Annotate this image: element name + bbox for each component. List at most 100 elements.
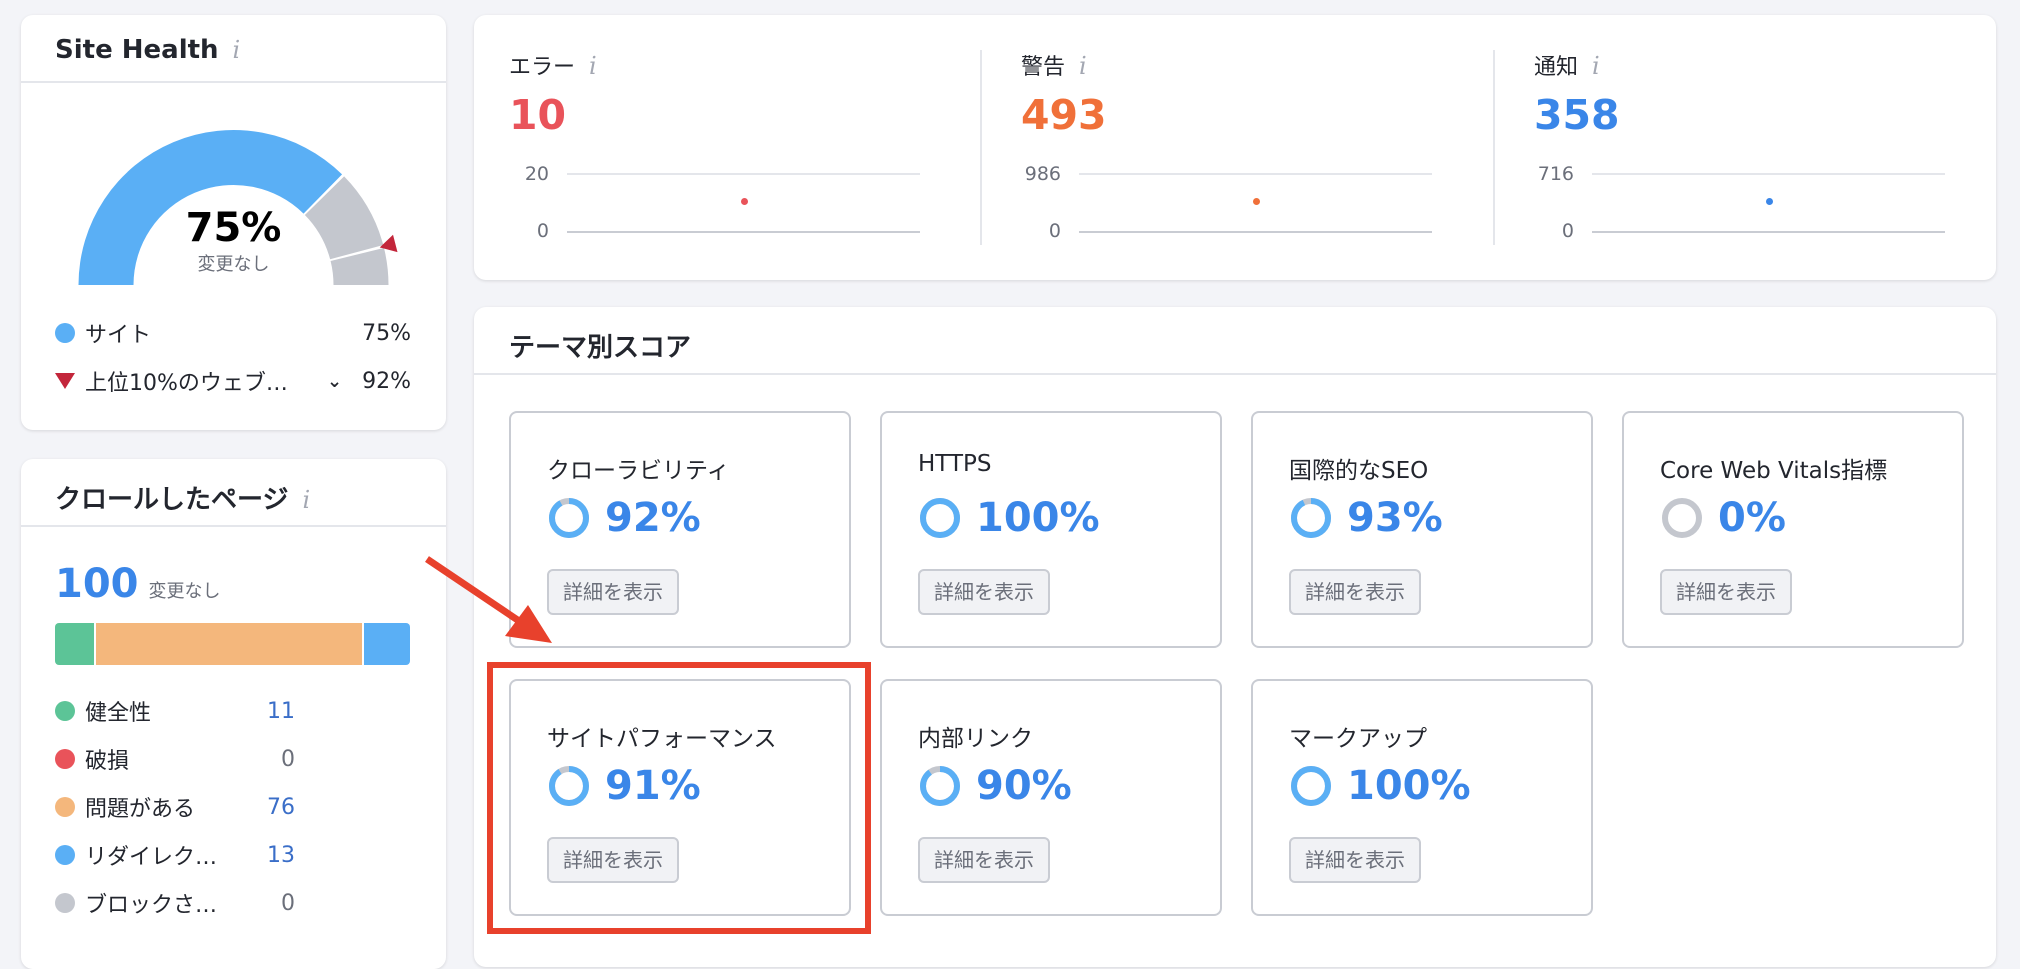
theme-score-value: 0%: [1718, 495, 1786, 541]
baseline: [567, 231, 920, 233]
highlight-box: [487, 662, 871, 934]
circle-icon: [55, 749, 75, 769]
theme-tile: HTTPS 100% 詳細を表示: [880, 411, 1222, 648]
bar-segment[interactable]: [95, 623, 363, 665]
divider: [21, 81, 446, 83]
donut-progress-icon: [920, 766, 960, 806]
donut-progress-icon: [1291, 766, 1331, 806]
legend-label: 健全性: [85, 701, 152, 726]
site-health-card: Site Health i 75% 変更なし サイト 75% 上位10%のウェブ……: [21, 15, 446, 430]
gridline: [567, 173, 920, 175]
site-health-change: 変更なし: [197, 254, 270, 275]
theme-score: 93%: [1289, 495, 1443, 541]
sparkline-point[interactable]: [1766, 198, 1773, 205]
view-details-button[interactable]: 詳細を表示: [918, 837, 1050, 883]
theme-score-value: 100%: [1347, 763, 1471, 809]
info-icon[interactable]: i: [233, 36, 241, 64]
issue-label-text: エラー: [509, 55, 576, 80]
issue-label: 警告 i: [1021, 49, 1087, 81]
divider: [980, 50, 982, 245]
theme-score: 92%: [547, 495, 701, 541]
theme-score: 100%: [918, 495, 1100, 541]
axis-max-label: 716: [1537, 163, 1574, 185]
axis-max-label: 986: [1024, 163, 1061, 185]
info-icon[interactable]: i: [302, 486, 310, 514]
sparkline-point[interactable]: [1253, 198, 1260, 205]
sparkline-point[interactable]: [741, 198, 748, 205]
theme-name: 国際的なSEO: [1289, 458, 1429, 484]
view-details-button[interactable]: 詳細を表示: [1660, 569, 1792, 615]
triangle-down-icon: [55, 373, 75, 389]
issue-label: 通知 i: [1534, 49, 1600, 81]
legend-value[interactable]: 13: [267, 843, 295, 868]
theme-name: HTTPS: [918, 451, 992, 477]
issue-count[interactable]: 493: [1021, 91, 1107, 139]
issue-count[interactable]: 10: [509, 91, 566, 139]
divider: [21, 525, 446, 527]
info-icon[interactable]: i: [589, 52, 597, 80]
issue-label-text: 通知: [1534, 55, 1579, 80]
theme-tile: マークアップ 100% 詳細を表示: [1251, 679, 1593, 916]
theme-tile: Core Web Vitals指標 0% 詳細を表示: [1622, 411, 1964, 648]
crawled-title-text: クロールしたページ: [55, 485, 289, 515]
legend-value[interactable]: 76: [267, 795, 295, 820]
legend-label: サイト: [85, 323, 152, 348]
baseline: [1592, 231, 1945, 233]
issues-card: エラー i 10 20 0 警告 i 493 986 0 通知 i 358 716 0: [474, 15, 1996, 280]
view-details-button[interactable]: 詳細を表示: [547, 569, 679, 615]
crawled-legend-item[interactable]: ブロックさ… 0: [55, 887, 295, 919]
circle-icon: [55, 845, 75, 865]
axis-min-label: 0: [536, 220, 549, 242]
view-details-button[interactable]: 詳細を表示: [918, 569, 1050, 615]
crawled-total-value[interactable]: 100: [55, 561, 139, 607]
issue-label-text: 警告: [1021, 55, 1066, 80]
circle-icon: [55, 701, 75, 721]
info-icon[interactable]: i: [1079, 52, 1087, 80]
baseline: [1079, 231, 1432, 233]
theme-score-value: 93%: [1347, 495, 1443, 541]
theme-tile: クローラビリティ 92% 詳細を表示: [509, 411, 851, 648]
legend-top10: 上位10%のウェブ… ⌄ 92%: [55, 365, 411, 397]
legend-value[interactable]: 11: [267, 699, 295, 724]
bar-segment[interactable]: [55, 623, 94, 665]
legend-value: 92%: [362, 368, 411, 394]
gridline: [1592, 173, 1945, 175]
circle-icon: [55, 893, 75, 913]
legend-label: 破損: [85, 749, 130, 774]
theme-name: マークアップ: [1289, 726, 1427, 752]
site-health-title: Site Health i: [55, 35, 240, 65]
theme-name: Core Web Vitals指標: [1660, 458, 1888, 484]
crawled-legend-item[interactable]: リダイレク… 13: [55, 839, 295, 871]
issue-count[interactable]: 358: [1534, 91, 1620, 139]
axis-min-label: 0: [1561, 220, 1574, 242]
crawled-title: クロールしたページ i: [55, 479, 310, 516]
crawled-legend-item[interactable]: 破損 0: [55, 743, 295, 775]
theme-scores-title: テーマ別スコア: [509, 333, 692, 363]
donut-progress-icon: [1662, 498, 1702, 538]
crawled-stacked-bar: [55, 623, 410, 665]
crawled-pages-card: クロールしたページ i 100 変更なし 健全性 11 破損 0 問題がある 76 リダイレク…: [21, 459, 446, 969]
view-details-button[interactable]: 詳細を表示: [1289, 569, 1421, 615]
divider: [474, 373, 1996, 375]
theme-name: 内部リンク: [918, 726, 1033, 752]
axis-min-label: 0: [1048, 220, 1061, 242]
bar-segment[interactable]: [364, 623, 410, 665]
donut-progress-icon: [1291, 498, 1331, 538]
crawled-legend-item[interactable]: 問題がある 76: [55, 791, 295, 823]
crawled-legend-item[interactable]: 健全性 11: [55, 695, 295, 727]
theme-score-value: 90%: [976, 763, 1072, 809]
theme-tile: 内部リンク 90% 詳細を表示: [880, 679, 1222, 916]
donut-progress-icon: [920, 498, 960, 538]
legend-label: ブロックさ…: [85, 893, 218, 918]
legend-value: 0: [281, 890, 295, 916]
info-icon[interactable]: i: [1592, 52, 1600, 80]
chevron-down-icon[interactable]: ⌄: [327, 371, 342, 392]
axis-max-label: 20: [524, 163, 549, 185]
view-details-button[interactable]: 詳細を表示: [1289, 837, 1421, 883]
legend-label: 問題がある: [85, 797, 196, 822]
site-health-value: 75%: [185, 205, 282, 251]
theme-score-value: 100%: [976, 495, 1100, 541]
circle-icon: [55, 797, 75, 817]
theme-score: 0%: [1660, 495, 1786, 541]
legend-value: 75%: [362, 320, 411, 346]
